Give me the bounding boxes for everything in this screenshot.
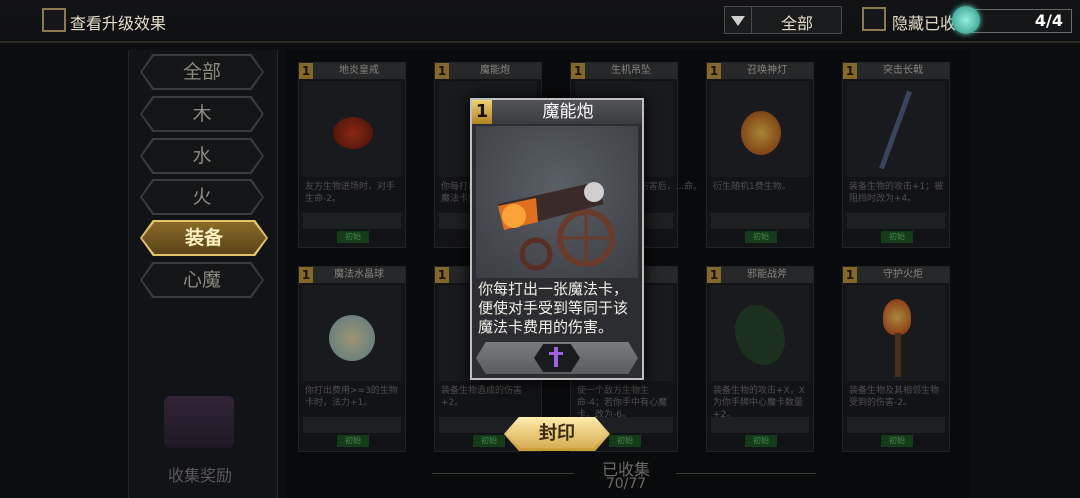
dropdown-arrow-icon (725, 7, 752, 33)
divider (0, 41, 1080, 43)
category-tab-all[interactable]: 全部 (140, 54, 264, 90)
show-upgrade-label: 查看升级效果 (70, 14, 167, 33)
dagger-guard (549, 352, 563, 355)
category-label: 全部 (182, 61, 221, 83)
category-label: 装备 (184, 227, 223, 249)
category-label: 木 (192, 103, 212, 125)
category-label: 水 (192, 145, 212, 167)
cannon-art-icon (476, 126, 638, 278)
category-tab-equipment[interactable]: 装备 (140, 220, 268, 256)
collection-reward-label: 收集奖励 (167, 466, 232, 485)
popup-title: 魔能炮 (542, 102, 594, 122)
page-indicator: 4/4 (972, 9, 1072, 33)
gem-icon (952, 6, 980, 34)
popup-description: 你每打出一张魔法卡，便使对手受到等同于该魔法卡费用的伤害。 (478, 280, 629, 336)
divider (432, 473, 574, 474)
seal-button-label: 封印 (539, 423, 575, 444)
dagger-icon (554, 347, 558, 367)
popup-slot (476, 342, 638, 374)
category-label: 火 (192, 186, 212, 208)
divider (676, 473, 816, 474)
card-detail-popup: 1 魔能炮 你每打出一张魔法卡，便使对手受到等同于该魔法卡费用的伤害。 (470, 98, 644, 380)
category-label: 心魔 (182, 269, 221, 291)
hide-collected-checkbox[interactable] (862, 7, 886, 31)
category-tab-demon[interactable]: 心魔 (140, 262, 264, 298)
popup-cost: 1 (472, 100, 492, 124)
filter-dropdown[interactable]: 全部 (724, 6, 842, 34)
category-tab-fire[interactable]: 火 (140, 179, 264, 215)
hide-collected-label: 隐藏已收 (892, 14, 957, 33)
collection-reward-chest-icon[interactable] (158, 388, 242, 450)
category-tab-wood[interactable]: 木 (140, 96, 264, 132)
filter-value: 全部 (780, 14, 813, 33)
category-tab-water[interactable]: 水 (140, 138, 264, 174)
page-indicator-text: 4/4 (1034, 11, 1063, 30)
collected-count: 70/77 (605, 476, 647, 492)
seal-button[interactable]: 封印 (504, 417, 610, 451)
cannon-illustration (498, 182, 615, 271)
show-upgrade-checkbox[interactable] (42, 8, 66, 32)
